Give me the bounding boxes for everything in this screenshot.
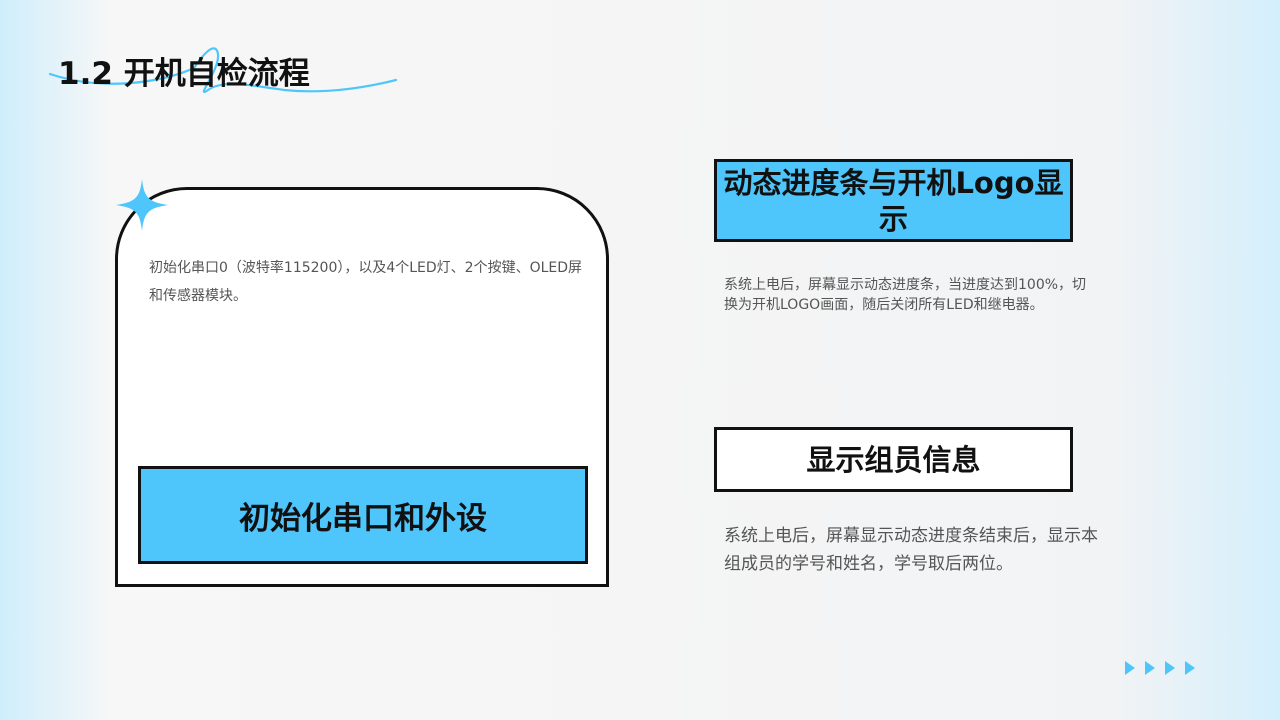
progress-logo-label: 动态进度条与开机Logo显示 <box>714 159 1073 242</box>
play-arrow-icon <box>1185 661 1195 675</box>
sparkle-icon <box>116 179 168 231</box>
play-arrow-icon <box>1125 661 1135 675</box>
member-info-description: 系统上电后，屏幕显示动态进度条结束后，显示本组成员的学号和姓名，学号取后两位。 <box>724 526 1098 574</box>
progress-logo-description: 系统上电后，屏幕显示动态进度条，当进度达到100%，切换为开机LOGO画面，随后… <box>724 277 1087 313</box>
slide-title: 1.2 开机自检流程 <box>58 56 310 92</box>
init-card-label: 初始化串口和外设 <box>138 466 588 564</box>
member-info-label: 显示组员信息 <box>714 427 1073 492</box>
next-arrows <box>1124 660 1196 676</box>
play-arrow-icon <box>1145 661 1155 675</box>
play-arrow-icon <box>1165 661 1175 675</box>
init-card-description: 初始化串口0（波特率115200），以及4个LED灯、2个按键、OLED屏和传感… <box>149 260 583 304</box>
init-card: 初始化串口0（波特率115200），以及4个LED灯、2个按键、OLED屏和传感… <box>115 187 609 587</box>
